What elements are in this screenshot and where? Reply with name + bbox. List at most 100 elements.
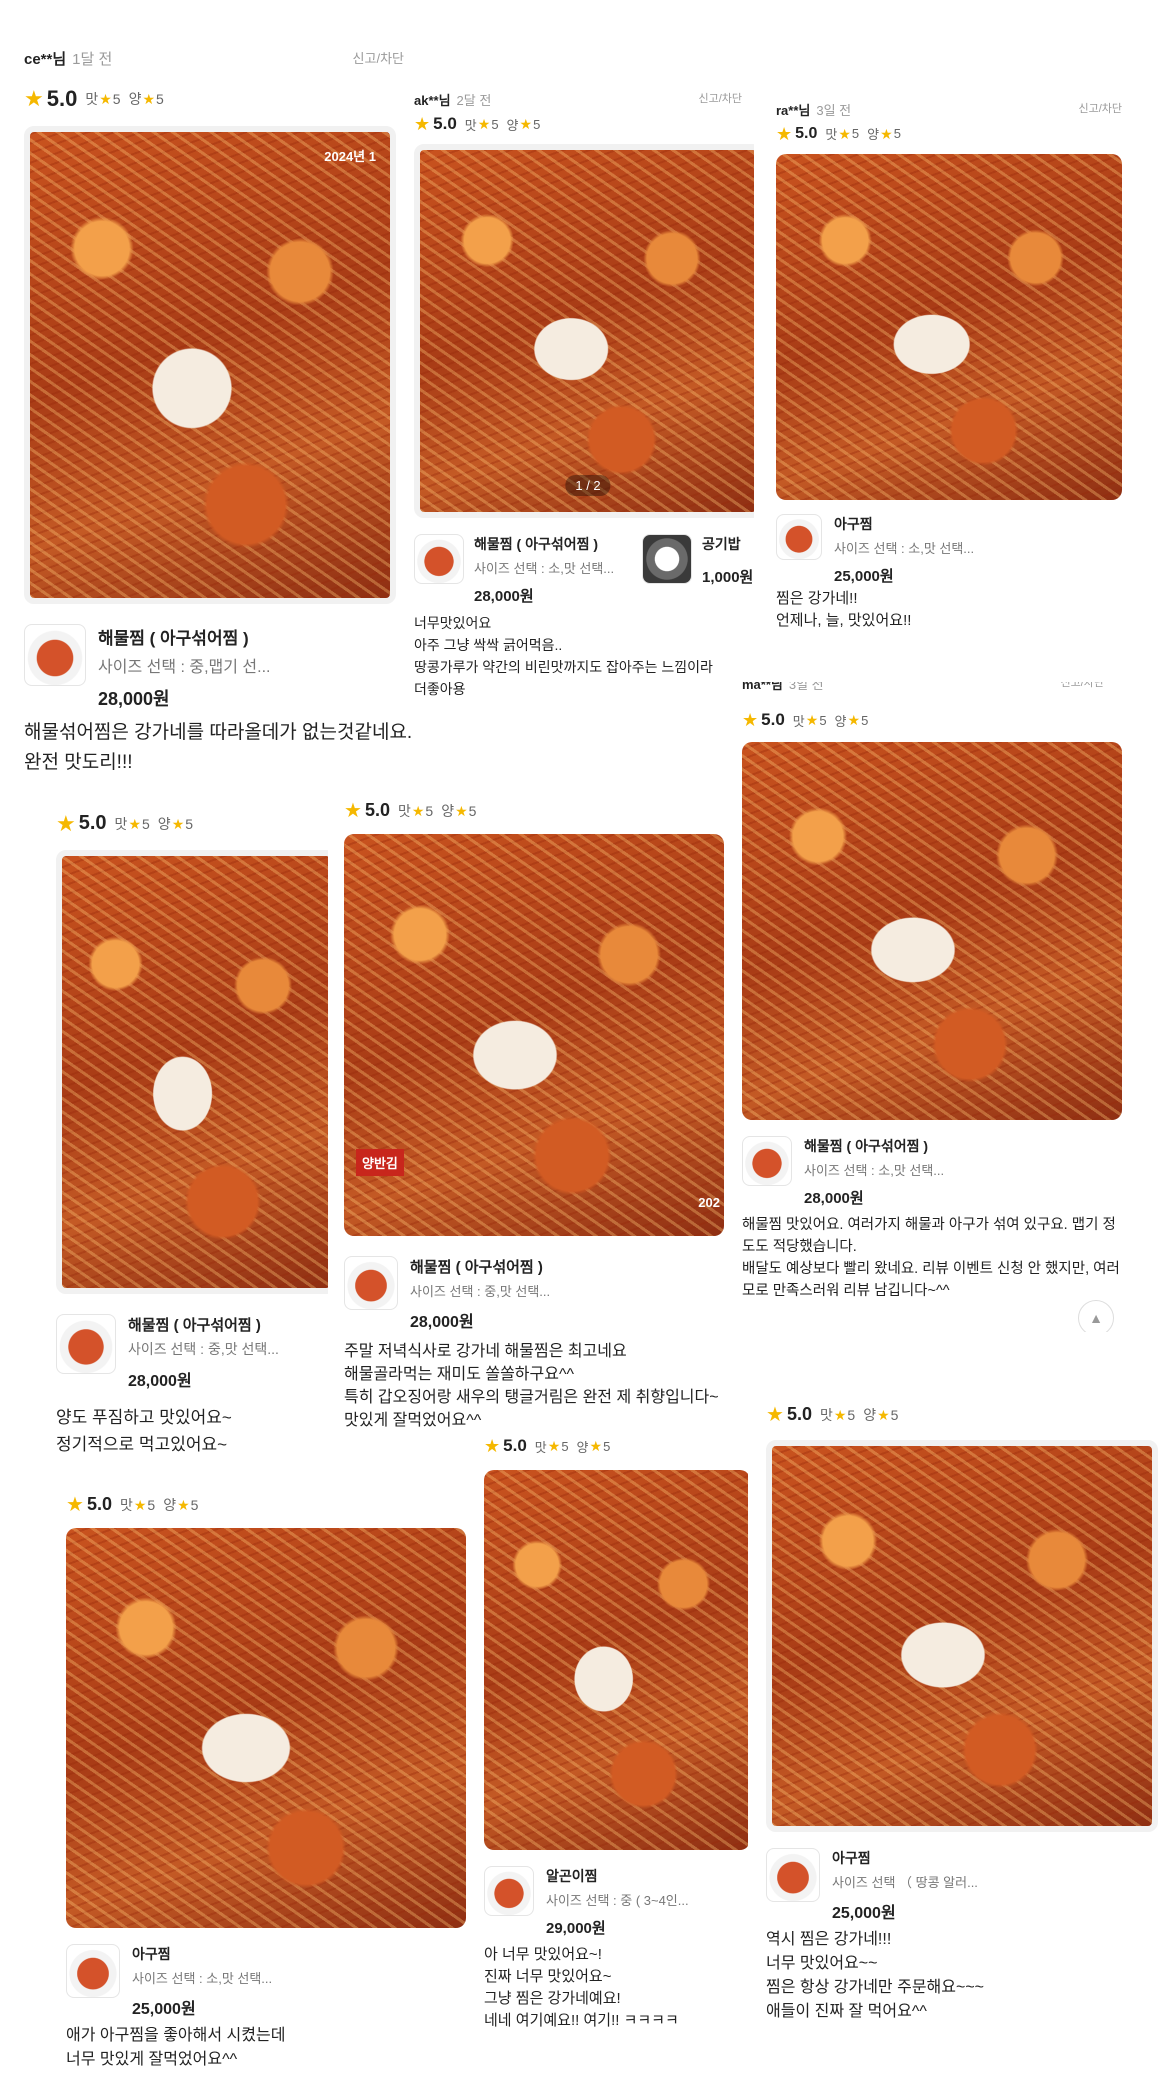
product-thumbnail bbox=[56, 1314, 116, 1374]
review-date: 3일 전 bbox=[816, 103, 852, 118]
product-option: 사이즈 선택 : 중,맛 선택... bbox=[128, 1341, 279, 1357]
rating-score: 5.0 bbox=[433, 114, 457, 133]
star-icon: ★ bbox=[133, 1496, 147, 1513]
reviewer-name: ce**님 1달 전 bbox=[24, 51, 113, 68]
review-photo[interactable] bbox=[776, 154, 1122, 500]
rating-score: 5.0 bbox=[46, 86, 78, 111]
ordered-product[interactable]: 해물찜 ( 아구섞어찜 ) 사이즈 선택 : 중,맵기 선... 28,000원 bbox=[24, 624, 271, 711]
ordered-product[interactable]: 해물찜 ( 아구섞어찜 ) 사이즈 선택 : 소,맛 선택... 28,000원 bbox=[414, 534, 614, 606]
product-price: 28,000원 bbox=[128, 1373, 192, 1390]
amount-label: 양 bbox=[867, 127, 880, 142]
product-name: 아구찜 bbox=[834, 516, 873, 532]
star-icon: ★ bbox=[142, 91, 156, 107]
star-icon: ★ bbox=[128, 815, 141, 832]
star-icon: ★ bbox=[766, 1404, 784, 1426]
amount-score: 5 bbox=[156, 91, 164, 107]
star-icon: ★ bbox=[414, 114, 431, 134]
amount-label: 양 bbox=[506, 117, 519, 133]
review-card: ak**님 2달 전 신고/차단 ★ 5.0 맛 ★ 5 양 ★ 5 1 / 2 해물찜 … bbox=[414, 84, 754, 710]
taste-label: 맛 bbox=[534, 1439, 547, 1455]
star-icon: ★ bbox=[833, 1406, 847, 1423]
ordered-product[interactable]: 공기밥 1,000원 bbox=[642, 534, 753, 587]
ordered-product[interactable]: 아구찜 사이즈 선택 （ 땅콩 알러... 25,000원 bbox=[766, 1848, 978, 1923]
star-icon: ★ bbox=[847, 712, 861, 728]
photo-counter: 1 / 2 bbox=[565, 475, 611, 496]
ordered-product[interactable]: 해물찜 ( 아구섞어찜 ) 사이즈 선택 : 중,맛 선택... 28,000원 bbox=[344, 1256, 550, 1332]
rating-row: ★ 5.0 맛 ★ 5 양 ★ 5 bbox=[56, 812, 201, 835]
review-photo[interactable]: 2024년 1 bbox=[24, 126, 396, 604]
ordered-product[interactable]: 해물찜 ( 아구섞어찜 ) 사이즈 선택 : 중,맛 선택... 28,000원 bbox=[56, 1314, 279, 1391]
amount-score: 5 bbox=[190, 1496, 199, 1513]
reviewer-name: ra**님 3일 전 bbox=[776, 103, 852, 118]
review-photo[interactable] bbox=[742, 742, 1122, 1120]
ordered-product[interactable]: 해물찜 ( 아구섞어찜 ) 사이즈 선택 : 소,맛 선택... 28,000원 bbox=[742, 1136, 944, 1208]
product-name: 해물찜 ( 아구섞어찜 ) bbox=[474, 536, 599, 552]
star-icon: ★ bbox=[455, 802, 468, 819]
rating-row: ★ 5.0 맛 ★ 5 양 ★ 5 bbox=[24, 86, 172, 112]
photo-date-stamp: 2024년 1 bbox=[324, 149, 376, 164]
review-header: ra**님 3일 전 신고/차단 bbox=[776, 98, 1136, 118]
amount-score: 5 bbox=[468, 802, 477, 819]
amount-label: 양 bbox=[163, 1496, 177, 1513]
taste-label: 맛 bbox=[114, 815, 128, 832]
star-icon: ★ bbox=[344, 800, 362, 822]
review-photo[interactable] bbox=[56, 850, 328, 1294]
product-option: 사이즈 선택 : 소,맛 선택... bbox=[834, 541, 975, 556]
review-text: 해물찜 맛있어요. 여러가지 해물과 아구가 섞여 있구요. 맵기 정도도 적당… bbox=[742, 1217, 1120, 1299]
report-block-link[interactable]: 신고/차단 bbox=[353, 48, 404, 67]
review-text: 아 너무 맛있어요~! 진짜 너무 맛있어요~ 그냥 찜은 강가네예요! 네네 … bbox=[484, 1946, 679, 2029]
review-date: 3일 전 bbox=[788, 682, 824, 692]
ordered-product[interactable]: 알곤이찜 사이즈 선택 : 중 ( 3~4인... 29,000원 bbox=[484, 1866, 689, 1938]
amount-label: 양 bbox=[863, 1406, 877, 1423]
taste-label: 맛 bbox=[819, 1406, 833, 1423]
photo-date-stamp: 202 bbox=[698, 1195, 720, 1210]
review-text: 역시 찜은 강가네!!! 너무 맛있어요~~ 찜은 항상 강가네만 주문해요~~… bbox=[766, 1931, 985, 2020]
product-name: 해물찜 ( 아구섞어찜 ) bbox=[410, 1259, 543, 1276]
scroll-top-button[interactable]: ▲ bbox=[1078, 1300, 1114, 1332]
review-photo[interactable]: 1 / 2 bbox=[414, 144, 754, 518]
review-card: ★ 5.0 맛 ★ 5 양 ★ 5 아구찜 사이즈 선택 （ 땅콩 알러... 25,0… bbox=[766, 1404, 1162, 2054]
product-price: 28,000원 bbox=[804, 1190, 864, 1207]
amount-label: 양 bbox=[157, 815, 171, 832]
rating-score: 5.0 bbox=[761, 710, 785, 729]
product-thumbnail bbox=[24, 624, 86, 686]
report-block-link[interactable]: 신고/차단 bbox=[698, 90, 742, 106]
product-option: 사이즈 선택 : 소,맛 선택... bbox=[804, 1163, 945, 1178]
review-photo[interactable] bbox=[766, 1440, 1158, 1832]
product-price: 28,000원 bbox=[410, 1314, 474, 1331]
product-option: 사이즈 선택 : 중,맵기 선... bbox=[98, 659, 271, 676]
product-thumbnail bbox=[642, 534, 692, 584]
reviewer-name: ak**님 2달 전 bbox=[414, 93, 492, 108]
star-icon: ★ bbox=[56, 812, 76, 836]
taste-score: 5 bbox=[561, 1438, 569, 1454]
product-option: 사이즈 선택 : 소,맛 선택... bbox=[132, 1971, 273, 1986]
star-icon: ★ bbox=[547, 1438, 561, 1454]
review-photo[interactable] bbox=[484, 1470, 748, 1850]
chevron-up-icon: ▲ bbox=[1089, 1310, 1103, 1326]
rating-row: ★ 5.0 맛 ★ 5 양 ★ 5 bbox=[776, 124, 909, 143]
report-block-link[interactable]: 신고/차단 bbox=[1078, 100, 1122, 116]
ordered-product[interactable]: 아구찜 사이즈 선택 : 소,맛 선택... 25,000원 bbox=[66, 1944, 272, 2019]
product-name: 해물찜 ( 아구섞어찜 ) bbox=[128, 1317, 261, 1334]
product-thumbnail bbox=[742, 1136, 792, 1186]
product-thumbnail bbox=[484, 1866, 534, 1916]
product-name: 공기밥 bbox=[702, 536, 741, 552]
taste-score: 5 bbox=[425, 802, 434, 819]
product-option: 사이즈 선택 : 소,맛 선택... bbox=[474, 561, 615, 576]
report-block-link[interactable]: 신고/차단 bbox=[1060, 682, 1104, 690]
amount-score: 5 bbox=[861, 712, 869, 728]
ordered-product[interactable]: 아구찜 사이즈 선택 : 소,맛 선택... 25,000원 bbox=[776, 514, 974, 586]
product-option: 사이즈 선택 （ 땅콩 알러... bbox=[832, 1875, 978, 1890]
review-photo[interactable]: 양반김 202 bbox=[344, 834, 724, 1236]
product-price: 28,000원 bbox=[474, 588, 534, 605]
star-icon: ★ bbox=[589, 1438, 603, 1454]
taste-label: 맛 bbox=[792, 713, 805, 729]
review-photo[interactable] bbox=[66, 1528, 466, 1928]
star-icon: ★ bbox=[519, 116, 533, 132]
star-icon: ★ bbox=[805, 712, 819, 728]
product-thumbnail bbox=[766, 1848, 820, 1902]
taste-label: 맛 bbox=[464, 117, 477, 133]
product-name: 아구찜 bbox=[132, 1946, 171, 1962]
product-option: 사이즈 선택 : 중,맛 선택... bbox=[410, 1284, 551, 1299]
rating-score: 5.0 bbox=[86, 1494, 112, 1514]
